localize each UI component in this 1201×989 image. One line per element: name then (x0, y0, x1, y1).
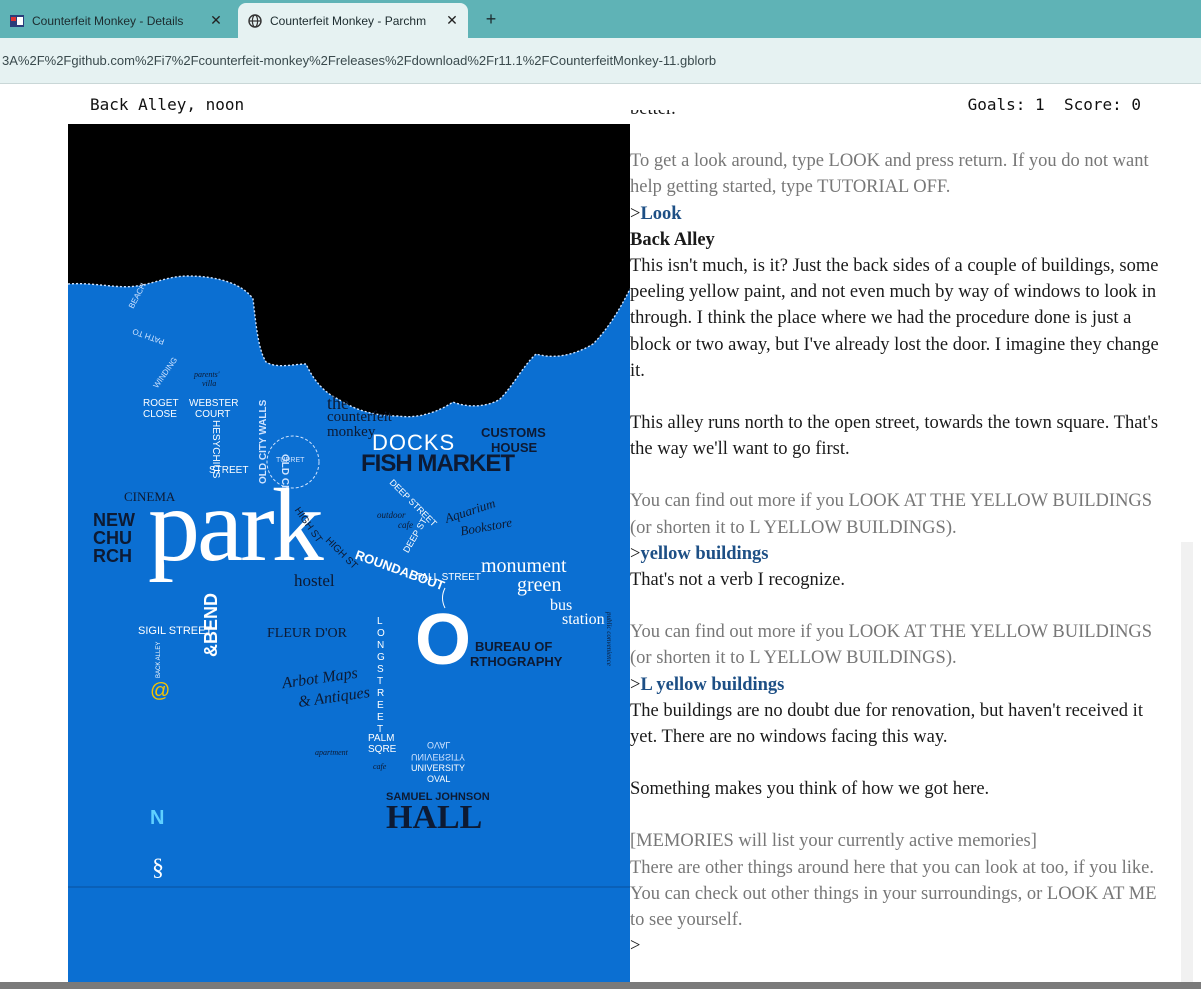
address-bar[interactable]: 3A%2F%2Fgithub.com%2Fi7%2Fcounterfeit-mo… (0, 38, 1201, 84)
response-2: That's not a verb I recognize. (630, 570, 845, 591)
transcript-scrollbar[interactable] (1181, 542, 1193, 982)
map-label-park: park (148, 468, 324, 583)
tutorial-hint-4: There are other things around here that … (630, 857, 1157, 931)
map-label-o-big: O (415, 600, 472, 680)
tutorial-hint-2: You can find out more if you LOOK AT THE… (630, 491, 1153, 538)
section-icon[interactable]: § (152, 856, 164, 880)
prompt: > (630, 674, 641, 695)
map-label-chu: CHU (93, 528, 132, 548)
map-label-outdoor: outdoor (377, 510, 406, 520)
prompt: > (630, 543, 641, 564)
map-label-hall: HALL (386, 799, 483, 836)
map-label-turret: TURRET (276, 457, 305, 464)
tab-parchment[interactable]: Counterfeit Monkey - Parchm ✕ (238, 3, 468, 38)
map-label-monument: monument (481, 555, 567, 577)
new-tab-button[interactable]: + (480, 8, 502, 30)
map-label-apartment: apartment (315, 748, 348, 757)
map-label-oval-mirrored: OVAL (427, 740, 451, 750)
compass-north-icon[interactable]: N (150, 808, 164, 828)
command-line-2: >yellow buildings (630, 541, 1170, 567)
town-map: BEACH PATH TO WINDING parents' villa ROG… (68, 124, 630, 982)
map-label-bureau: BUREAU OF (475, 639, 553, 654)
map-label-palm: PALM (368, 733, 395, 744)
map-label-outdoor-cafe: cafe (398, 520, 413, 530)
map-label-parents: parents' (194, 370, 220, 379)
map-label-cafe: cafe (373, 762, 387, 771)
cut-off-line: better. (630, 110, 1170, 122)
close-icon[interactable]: ✕ (208, 12, 224, 29)
map-label-public-convenience: public convenience (605, 612, 613, 666)
map-label-villa: villa (202, 379, 217, 388)
room-description: This isn't much, is it? Just the back si… (630, 256, 1159, 381)
tab-title: Counterfeit Monkey - Parchm (270, 13, 427, 28)
command-yellow-buildings[interactable]: yellow buildings (640, 544, 768, 564)
map-label-tall-street: TALL STREET (416, 572, 482, 583)
room-exits: This alley runs north to the open street… (630, 413, 1159, 460)
tutorial-hint-1: To get a look around, type LOOK and pres… (630, 151, 1149, 198)
map-label-fleur-dor: FLEUR D'OR (267, 626, 347, 641)
map-label-new: NEW (93, 510, 135, 530)
command-line-1: >Look (630, 201, 1170, 227)
map-label-university: UNIVERSITY (411, 763, 466, 773)
memories-hint: [MEMORIES will list your currently activ… (630, 831, 1037, 852)
input-line[interactable]: > (630, 933, 1170, 959)
map-label-rch: RCH (93, 546, 132, 566)
transcript-pane: better. To get a look around, type LOOK … (630, 110, 1170, 989)
map-label-roget: ROGET (143, 398, 179, 409)
map-label-webster: WEBSTER (189, 398, 239, 409)
map-label-green: green (517, 574, 562, 596)
close-icon[interactable]: ✕ (444, 12, 460, 29)
map-label-oval: OVAL (427, 774, 451, 784)
tab-bar: Counterfeit Monkey - Details ✕ Counterfe… (0, 0, 1201, 38)
sea-area (68, 124, 630, 417)
map-label-fish-market: FISH MARKET (361, 450, 515, 477)
command-line-3: >L yellow buildings (630, 672, 1170, 698)
globe-icon (248, 13, 262, 28)
map-label-roget-close: CLOSE (143, 409, 177, 420)
map-label-counterfeit: counterfeit (327, 409, 392, 425)
prompt: > (630, 203, 641, 224)
input-prompt[interactable]: > (630, 936, 640, 956)
map-label-university-mirrored: UNIVERSITY (411, 752, 466, 762)
url-text[interactable]: 3A%2F%2Fgithub.com%2Fi7%2Fcounterfeit-mo… (2, 53, 716, 68)
map-label-monkey: monkey (327, 424, 376, 440)
map-label-station: station (562, 611, 605, 628)
response-3: The buildings are no doubt due for renov… (630, 700, 1143, 748)
window-bottom-edge (0, 982, 1201, 989)
map-label-webster-court: COURT (195, 409, 231, 420)
response-4: Something makes you think of how we got … (630, 779, 990, 800)
map-label-long-street: LONG STREET (377, 616, 385, 735)
location-time: Back Alley, noon (90, 95, 245, 114)
command-look[interactable]: Look (640, 204, 681, 224)
tab-details[interactable]: Counterfeit Monkey - Details ✕ (0, 3, 232, 38)
room-title: Back Alley (630, 229, 715, 250)
player-location-marker: @ (150, 680, 171, 702)
map-label-customs: CUSTOMS (481, 425, 546, 440)
tutorial-hint-3: You can find out more if you LOOK AT THE… (630, 622, 1153, 669)
map-label-sqre: SQRE (368, 744, 397, 755)
map-label-sigil-street: SIGIL STREET (138, 625, 213, 637)
map-label-back-alley: BACK ALLEY (156, 641, 162, 678)
map-label-orthography: RTHOGRAPHY (470, 654, 563, 669)
tab-title: Counterfeit Monkey - Details (32, 13, 184, 28)
command-l-yellow-buildings[interactable]: L yellow buildings (640, 675, 784, 695)
map-label-customs-house: HOUSE (491, 440, 538, 455)
map-label-hostel: hostel (294, 571, 335, 590)
itch-favicon-icon (10, 14, 24, 28)
